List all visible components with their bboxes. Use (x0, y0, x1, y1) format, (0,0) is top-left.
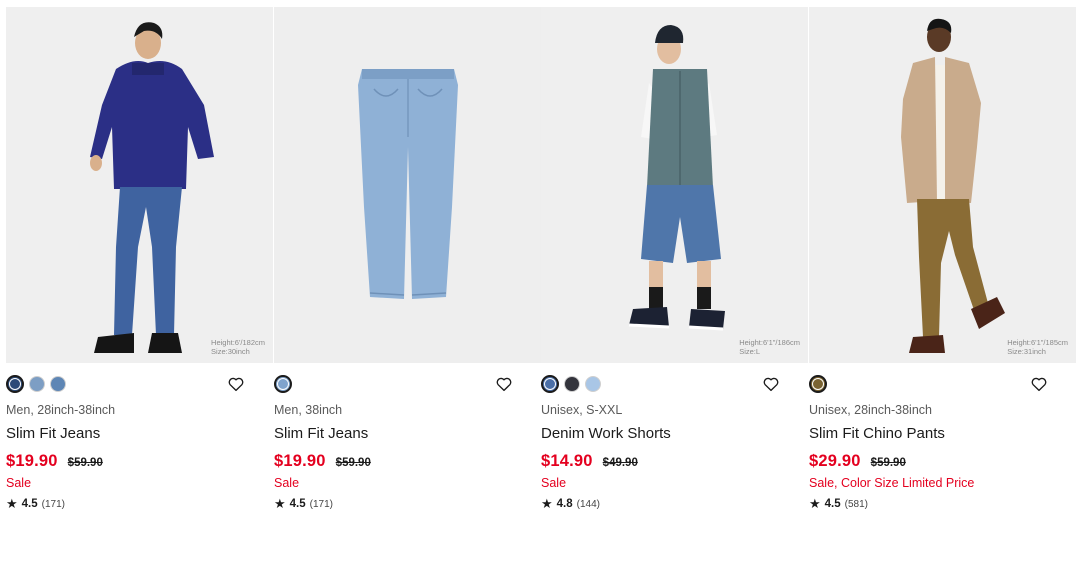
review-count: (581) (844, 498, 869, 510)
heart-outline-icon[interactable] (762, 375, 780, 393)
rating: ★ 4.5 (171) (274, 496, 333, 512)
star-icon: ★ (274, 496, 286, 511)
product-photo[interactable]: Height:6'/182cm Size:30inch (6, 7, 273, 363)
sale-price: $19.90 (6, 452, 58, 470)
product-meta: Unisex, 28inch-38inch (809, 403, 932, 417)
rating-value: 4.5 (824, 498, 841, 510)
flat-jeans-image (274, 7, 541, 363)
product-meta: Men, 28inch-38inch (6, 403, 116, 417)
product-meta: Unisex, S-XXL (541, 403, 623, 417)
price-row: $29.90 $59.90 (809, 452, 906, 471)
star-icon: ★ (809, 496, 821, 511)
color-swatches (274, 375, 292, 393)
color-swatches (541, 375, 601, 393)
rating: ★ 4.5 (171) (6, 496, 65, 512)
sale-price: $29.90 (809, 452, 861, 470)
model-in-jacket-and-jeans-image (6, 7, 273, 363)
price-row: $14.90 $49.90 (541, 452, 638, 471)
rating-value: 4.5 (21, 498, 38, 510)
heart-outline-icon[interactable] (227, 375, 245, 393)
sale-price: $14.90 (541, 452, 593, 470)
model-in-vest-and-shorts-image (541, 7, 808, 363)
color-swatch[interactable] (274, 375, 292, 393)
product-photo[interactable]: Height:6'1"/185cm Size:31inch (809, 7, 1076, 363)
product-photo[interactable]: Height:6'1"/186cm Size:L (541, 7, 808, 363)
model-size-note: Height:6'/182cm Size:30inch (211, 338, 265, 356)
color-swatch[interactable] (50, 376, 66, 392)
model-height-text: Height:6'/182cm (211, 338, 265, 347)
color-swatch[interactable] (6, 375, 24, 393)
promo-label: Sale (274, 476, 300, 490)
heart-outline-icon[interactable] (495, 375, 513, 393)
color-swatch[interactable] (541, 375, 559, 393)
original-price: $59.90 (335, 457, 371, 469)
color-swatch[interactable] (585, 376, 601, 392)
model-size-text: Size:31inch (1007, 347, 1046, 356)
product-grid: Height:6'/182cm Size:30inch Men, 28inch-… (6, 7, 1076, 527)
model-height-text: Height:6'1"/186cm (739, 338, 800, 347)
original-price: $59.90 (67, 457, 103, 469)
price-row: $19.90 $59.90 (6, 452, 103, 471)
promo-label: Sale (541, 476, 567, 490)
sale-price: $19.90 (274, 452, 326, 470)
rating: ★ 4.8 (144) (541, 496, 600, 512)
product-card[interactable]: Height:6'1"/186cm Size:L Unisex, S-XXL D… (541, 7, 808, 517)
price-row: $19.90 $59.90 (274, 452, 371, 471)
product-card[interactable]: Height:6'/182cm Size:30inch Men, 28inch-… (6, 7, 273, 517)
product-photo[interactable] (274, 7, 541, 363)
product-meta: Men, 38inch (274, 403, 343, 417)
product-name[interactable]: Denim Work Shorts (541, 425, 671, 442)
promo-label: Sale, Color Size Limited Price (809, 476, 975, 490)
review-count: (171) (41, 498, 66, 510)
model-height-text: Height:6'1"/185cm (1007, 338, 1068, 347)
product-name[interactable]: Slim Fit Chino Pants (809, 425, 945, 442)
model-size-note: Height:6'1"/186cm Size:L (739, 338, 800, 356)
rating: ★ 4.5 (581) (809, 496, 868, 512)
model-size-note: Height:6'1"/185cm Size:31inch (1007, 338, 1068, 356)
color-swatch[interactable] (564, 376, 580, 392)
product-card[interactable]: Height:6'1"/185cm Size:31inch Unisex, 28… (809, 7, 1076, 517)
rating-value: 4.8 (556, 498, 573, 510)
promo-label: Sale (6, 476, 32, 490)
rating-value: 4.5 (289, 498, 306, 510)
original-price: $49.90 (602, 457, 638, 469)
model-size-text: Size:L (739, 347, 761, 356)
color-swatches (809, 375, 827, 393)
original-price: $59.90 (870, 457, 906, 469)
star-icon: ★ (541, 496, 553, 511)
product-name[interactable]: Slim Fit Jeans (6, 425, 100, 442)
heart-outline-icon[interactable] (1030, 375, 1048, 393)
product-name[interactable]: Slim Fit Jeans (274, 425, 368, 442)
product-card[interactable]: Men, 38inch Slim Fit Jeans $19.90 $59.90… (274, 7, 541, 517)
color-swatch[interactable] (29, 376, 45, 392)
model-in-jacket-and-chinos-image (809, 7, 1076, 363)
review-count: (171) (309, 498, 334, 510)
color-swatches (6, 375, 66, 393)
model-size-text: Size:30inch (211, 347, 250, 356)
star-icon: ★ (6, 496, 18, 511)
color-swatch[interactable] (809, 375, 827, 393)
review-count: (144) (576, 498, 601, 510)
